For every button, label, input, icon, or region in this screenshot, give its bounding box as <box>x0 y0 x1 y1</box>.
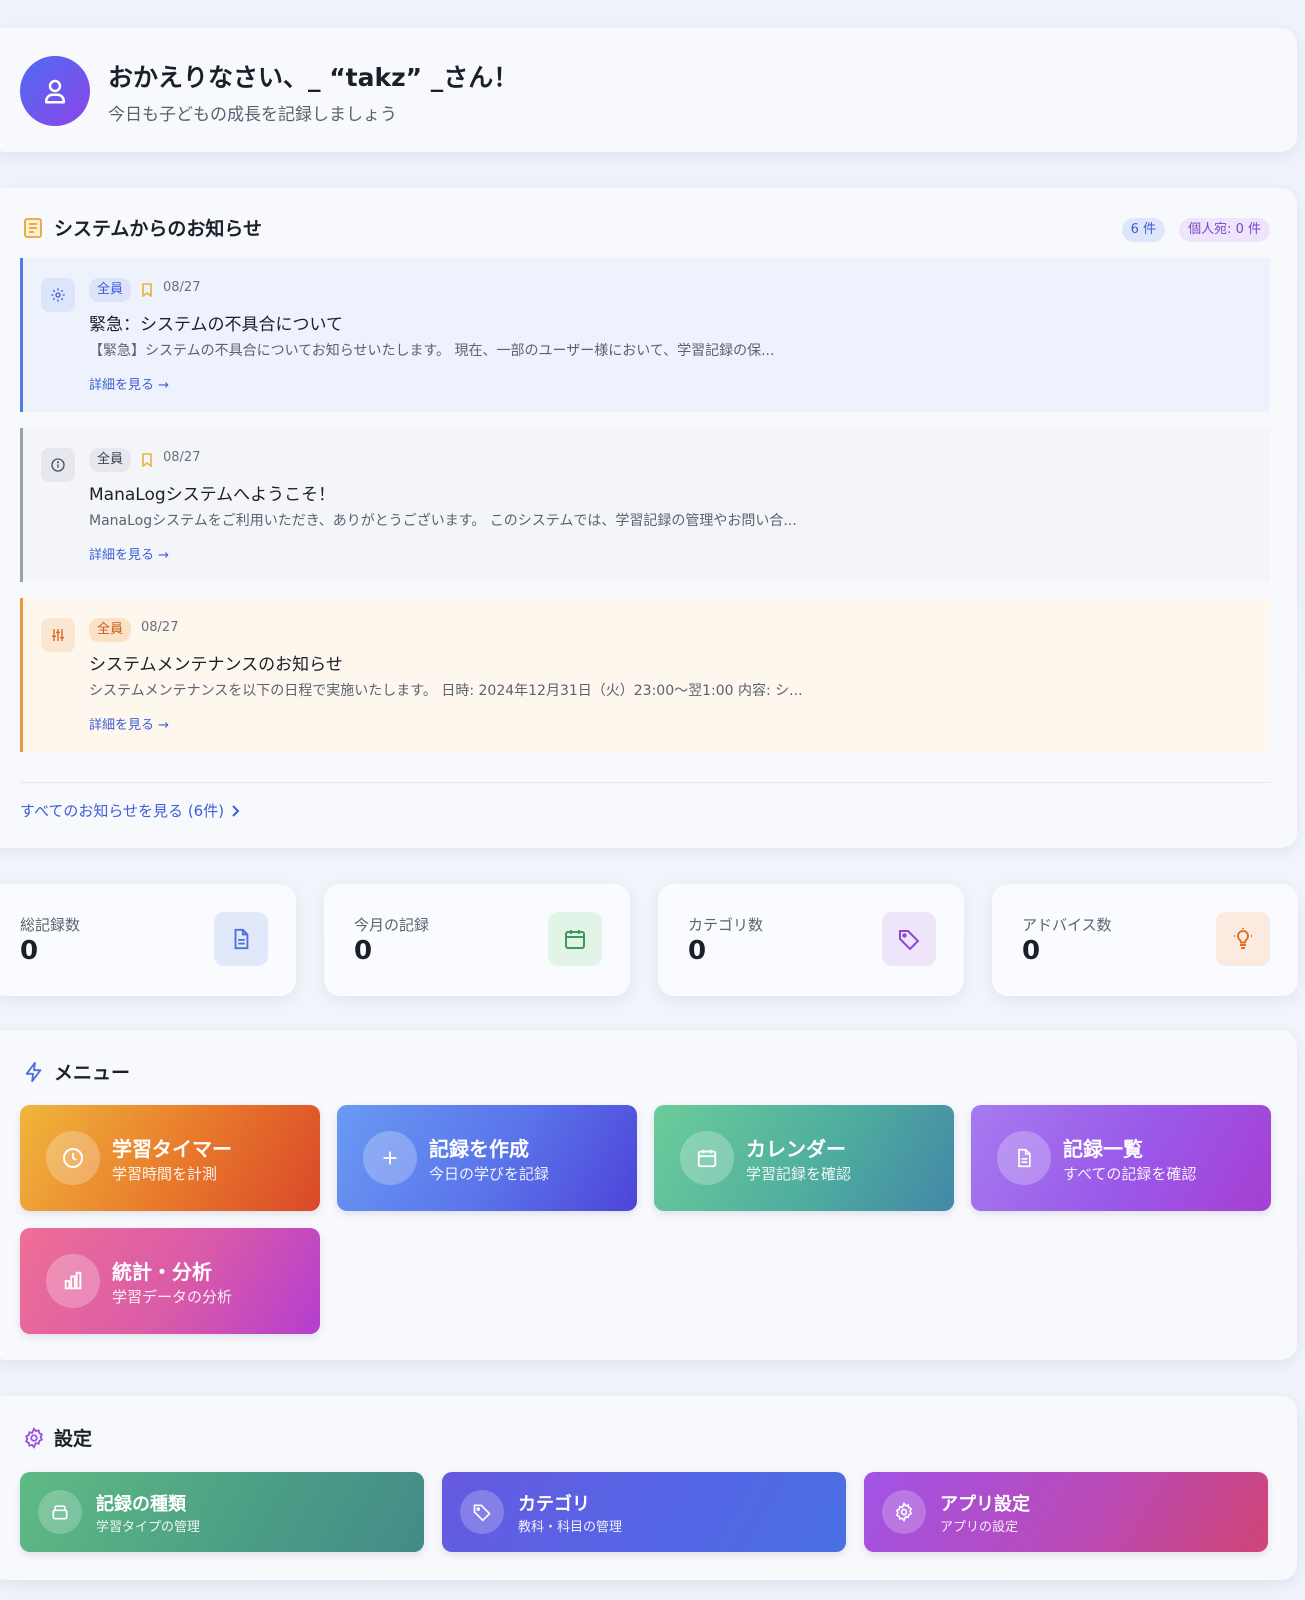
menu-tile-record-list[interactable]: 記録一覧 すべての記録を確認 <box>971 1105 1271 1211</box>
avatar <box>20 56 90 126</box>
notice-excerpt: 【緊急】システムの不具合についてお知らせいたします。 現在、一部のユーザー様にお… <box>89 343 775 359</box>
notice-title: システムメンテナンスのお知らせ <box>89 655 343 675</box>
notice-date: 08/27 <box>141 620 179 635</box>
notice-count-badge: 6 件 <box>1121 218 1165 242</box>
settings-tile-subtitle: 教科・科目の管理 <box>518 1520 623 1535</box>
notice-excerpt: システムメンテナンスを以下の日程で実施いたします。 日時: 2024年12月31… <box>89 683 803 699</box>
stat-value: 0 <box>688 936 707 966</box>
notice-item[interactable]: 全員 08/27 システムメンテナンスのお知らせ システムメンテナンスを以下の日… <box>20 598 1270 752</box>
all-notices-label: すべてのお知らせを見る (6件) <box>20 802 225 820</box>
notice-date: 08/27 <box>163 280 201 295</box>
lightning-icon <box>22 1060 46 1084</box>
settings-tile-record-types[interactable]: 記録の種類 学習タイプの管理 <box>20 1472 424 1552</box>
stat-value: 0 <box>354 936 373 966</box>
menu-tile-subtitle: すべての記録を確認 <box>1063 1165 1197 1183</box>
welcome-subtitle: 今日も子どもの成長を記録しましょう <box>108 105 397 125</box>
gear-icon <box>882 1490 926 1534</box>
all-notices-link[interactable]: すべてのお知らせを見る (6件) <box>20 800 240 821</box>
notice-details-link[interactable]: 詳細を見る → <box>89 714 169 733</box>
tag-icon <box>882 912 936 966</box>
personal-notice-badge: 個人宛: 0 件 <box>1179 218 1270 242</box>
user-icon <box>45 79 65 104</box>
gear-icon <box>41 278 75 312</box>
menu-tile-create-record[interactable]: 記録を作成 今日の学びを記録 <box>337 1105 637 1211</box>
document-icon <box>997 1131 1051 1185</box>
bookmark-icon <box>141 282 153 301</box>
clock-icon <box>46 1131 100 1185</box>
bar-chart-icon <box>46 1254 100 1308</box>
tag-icon <box>460 1490 504 1534</box>
chevron-right-icon <box>232 804 240 817</box>
notice-audience-tag: 全員 <box>89 278 132 302</box>
stat-card-categories: カテゴリ数 0 <box>658 884 964 996</box>
notice-date: 08/27 <box>163 450 201 465</box>
calendar-icon <box>548 912 602 966</box>
sliders-icon <box>41 618 75 652</box>
menu-card: メニュー 学習タイマー 学習時間を計測 記録を作成 今日の学びを記録 カレンダー… <box>0 1030 1297 1360</box>
settings-tile-app-settings[interactable]: アプリ設定 アプリの設定 <box>864 1472 1268 1552</box>
menu-tile-title: 記録を作成 <box>429 1137 529 1161</box>
menu-tile-statistics[interactable]: 統計・分析 学習データの分析 <box>20 1228 320 1334</box>
menu-tile-title: 記録一覧 <box>1063 1137 1143 1161</box>
notice-audience-tag: 全員 <box>89 618 132 642</box>
info-icon <box>41 448 75 482</box>
calendar-icon <box>680 1131 734 1185</box>
stat-label: カテゴリ数 <box>688 916 764 934</box>
document-icon <box>214 912 268 966</box>
settings-tile-title: アプリ設定 <box>940 1494 1030 1515</box>
notices-title: システムからのお知らせ <box>54 218 263 240</box>
notice-title: ManaLogシステムへようこそ！ <box>89 485 336 505</box>
welcome-title: おかえりなさい、_ “takz” _さん！ <box>108 63 519 92</box>
stat-card-advice: アドバイス数 0 <box>992 884 1298 996</box>
settings-card: 設定 記録の種類 学習タイプの管理 カテゴリ 教科・科目の管理 アプリ設定 アプ… <box>0 1396 1297 1580</box>
stat-label: 総記録数 <box>20 916 81 934</box>
welcome-card: おかえりなさい、_ “takz” _さん！ 今日も子どもの成長を記録しましょう <box>0 28 1297 152</box>
menu-tile-timer[interactable]: 学習タイマー 学習時間を計測 <box>20 1105 320 1211</box>
settings-title: 設定 <box>54 1428 93 1450</box>
settings-tile-title: カテゴリ <box>518 1494 590 1515</box>
settings-tile-subtitle: 学習タイプの管理 <box>96 1520 201 1535</box>
notice-details-link[interactable]: 詳細を見る → <box>89 544 169 563</box>
menu-tile-subtitle: 学習時間を計測 <box>112 1165 218 1183</box>
notice-excerpt: ManaLogシステムをご利用いただき、ありがとうございます。 このシステムでは… <box>89 513 797 529</box>
settings-tile-title: 記録の種類 <box>96 1494 186 1515</box>
notice-item[interactable]: 全員 08/27 ManaLogシステムへようこそ！ ManaLogシステムをご… <box>20 428 1270 582</box>
menu-tile-subtitle: 学習記録を確認 <box>746 1165 852 1183</box>
menu-tile-calendar[interactable]: カレンダー 学習記録を確認 <box>654 1105 954 1211</box>
stat-value: 0 <box>20 936 39 966</box>
newspaper-icon <box>22 216 44 240</box>
menu-tile-subtitle: 学習データの分析 <box>112 1288 233 1306</box>
notice-item[interactable]: 全員 08/27 緊急：システムの不具合について 【緊急】システムの不具合につい… <box>20 258 1270 412</box>
notice-audience-tag: 全員 <box>89 448 132 472</box>
menu-tile-subtitle: 今日の学びを記録 <box>429 1165 550 1183</box>
settings-tile-subtitle: アプリの設定 <box>940 1520 1019 1535</box>
gear-icon <box>22 1426 46 1450</box>
stack-icon <box>38 1490 82 1534</box>
menu-tile-title: カレンダー <box>746 1137 846 1161</box>
stat-card-month: 今月の記録 0 <box>324 884 630 996</box>
settings-tile-categories[interactable]: カテゴリ 教科・科目の管理 <box>442 1472 846 1552</box>
divider <box>20 782 1270 783</box>
notices-card: システムからのお知らせ 6 件 個人宛: 0 件 全員 08/27 緊急：システ… <box>0 188 1297 848</box>
notice-details-link[interactable]: 詳細を見る → <box>89 374 169 393</box>
stat-card-total: 総記録数 0 <box>0 884 296 996</box>
stat-value: 0 <box>1022 936 1041 966</box>
stat-label: アドバイス数 <box>1022 916 1112 934</box>
menu-title: メニュー <box>54 1062 131 1084</box>
stat-label: 今月の記録 <box>354 916 430 934</box>
bookmark-icon <box>141 452 153 471</box>
plus-icon <box>363 1131 417 1185</box>
menu-tile-title: 統計・分析 <box>112 1260 212 1284</box>
notice-title: 緊急：システムの不具合について <box>89 315 343 335</box>
lightbulb-icon <box>1216 912 1270 966</box>
menu-tile-title: 学習タイマー <box>112 1137 232 1161</box>
